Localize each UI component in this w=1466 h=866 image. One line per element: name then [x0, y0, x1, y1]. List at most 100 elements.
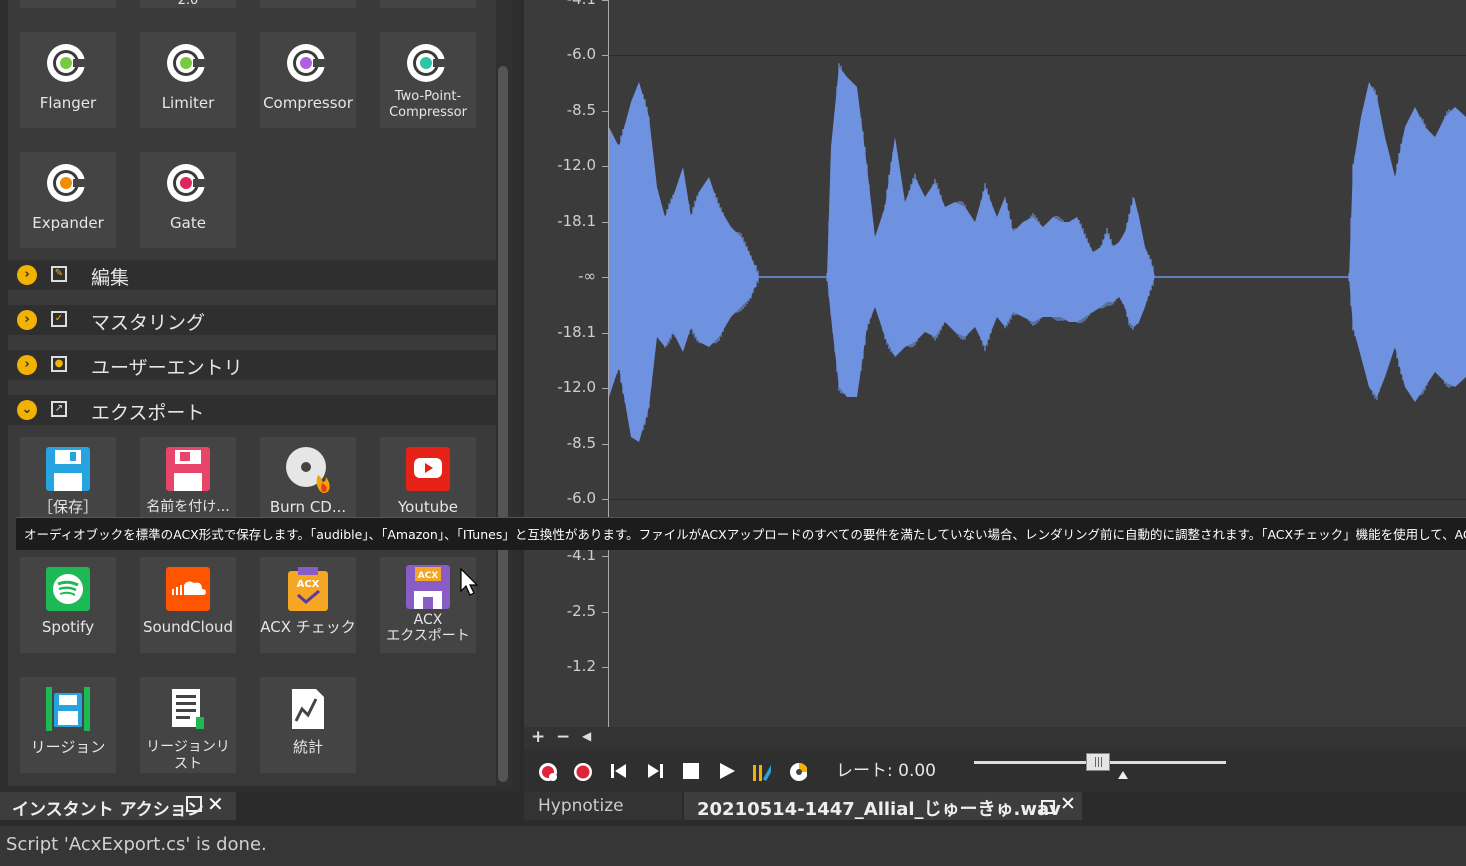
- tile-label: Gate: [170, 214, 206, 232]
- spotify-icon: [46, 567, 90, 611]
- db-tick-label: -1.2: [566, 657, 596, 675]
- tile-label: ［保存］: [37, 498, 98, 516]
- mouse-cursor-icon: [460, 568, 479, 596]
- db-tick-mark: [602, 333, 608, 334]
- float-window-icon[interactable]: [186, 796, 202, 812]
- scrollbar-thumb[interactable]: [498, 66, 508, 782]
- region-list-tile[interactable]: リージョンリスト: [140, 677, 236, 773]
- rate-slider-thumb[interactable]: [1086, 753, 1110, 771]
- loop-icon[interactable]: [787, 761, 807, 781]
- zoom-out-icon[interactable]: −: [556, 727, 570, 747]
- compressor-tile[interactable]: Compressor: [260, 32, 356, 128]
- section-mastering[interactable]: › ✓ マスタリング: [8, 305, 496, 335]
- flanger-tile[interactable]: Flanger: [20, 32, 116, 128]
- left-tab-strip: インスタント アクション ✕: [0, 792, 520, 820]
- edit-icon: ✎: [51, 266, 67, 282]
- play-icon[interactable]: [717, 761, 737, 781]
- section-user-entry[interactable]: › ● ユーザーエントリ: [8, 350, 496, 380]
- region-icon: [46, 687, 90, 731]
- db-tick-label: -6.0: [566, 45, 596, 63]
- two-point-compressor-tile[interactable]: Two-Point- Compressor: [380, 32, 476, 128]
- db-tick-label: -12.0: [557, 156, 596, 174]
- status-text: Script 'AcxExport.cs' is done.: [6, 834, 267, 855]
- compressor-knob-icon: [287, 44, 325, 82]
- section-label: 編集: [91, 267, 130, 289]
- gate-knob-icon: [167, 164, 205, 202]
- db-tick-mark: [602, 222, 608, 223]
- horizontal-scroll-bar[interactable]: + − ◀: [524, 727, 1466, 749]
- db-tick-label: -8.5: [566, 434, 596, 452]
- svg-text:ACX: ACX: [297, 579, 320, 590]
- tile-label: 名前を付け...: [146, 499, 230, 515]
- db-tick-label: -8.5: [566, 101, 596, 119]
- record-icon[interactable]: [572, 761, 592, 781]
- section-label: ユーザーエントリ: [91, 357, 243, 379]
- partial-tile-label: 2.0: [177, 0, 199, 8]
- waveform[interactable]: [609, 0, 1466, 727]
- tile-label: Burn CD...: [269, 498, 347, 516]
- panel-scrollbar[interactable]: [496, 0, 512, 786]
- tooltip: オーディオブックを標準のACX形式で保存します。「audible」、「Amazo…: [16, 517, 1466, 550]
- region-list-icon: [172, 689, 204, 729]
- tile-label: Compressor: [263, 94, 353, 112]
- save-as-icon: [166, 447, 210, 491]
- chevron-right-icon[interactable]: ›: [17, 355, 37, 375]
- partial-tile[interactable]: [20, 0, 116, 8]
- statistics-tile[interactable]: 統計: [260, 677, 356, 773]
- go-to-start-icon[interactable]: [609, 761, 629, 781]
- region-tile[interactable]: リージョン: [20, 677, 116, 773]
- play-selection-icon[interactable]: [751, 761, 771, 781]
- spotify-tile[interactable]: Spotify: [20, 557, 116, 653]
- db-tick-mark: [602, 111, 608, 112]
- chevron-down-icon[interactable]: ⌄: [17, 400, 37, 420]
- float-window-icon[interactable]: [1041, 800, 1055, 814]
- go-to-end-icon[interactable]: [645, 761, 665, 781]
- gate-tile[interactable]: Gate: [140, 152, 236, 248]
- close-icon[interactable]: ✕: [207, 792, 224, 816]
- tile-label: Youtube: [398, 498, 458, 516]
- section-export[interactable]: ⌄ ↗ エクスポート: [8, 395, 496, 425]
- rate-default-marker-icon: [1118, 771, 1128, 779]
- db-tick-mark: [602, 166, 608, 167]
- chevron-right-icon[interactable]: ›: [17, 310, 37, 330]
- partial-tile[interactable]: [380, 0, 476, 8]
- tab-active-file[interactable]: 20210514-1447_Allial_じゅーきゅ.wav ✕: [684, 792, 1082, 820]
- actions-list: 2.0 Flanger Limiter Compressor Two-Point…: [8, 0, 496, 786]
- partial-tile[interactable]: 2.0: [140, 0, 236, 8]
- stop-icon[interactable]: [681, 761, 701, 781]
- chevron-right-icon[interactable]: ›: [17, 265, 37, 285]
- flanger-knob-icon: [47, 44, 85, 82]
- zoom-in-icon[interactable]: +: [531, 727, 545, 747]
- tile-label: SoundCloud: [142, 618, 234, 636]
- db-tick-mark: [602, 444, 608, 445]
- burn-cd-icon: [286, 447, 330, 493]
- db-tick-mark: [602, 499, 608, 500]
- db-tick-label: -18.1: [557, 323, 596, 341]
- soundcloud-tile[interactable]: SoundCloud: [140, 557, 236, 653]
- export-icon: ↗: [51, 401, 67, 417]
- tile-label: リージョンリスト: [146, 739, 230, 772]
- db-tick-mark: [602, 0, 608, 1]
- partial-tile[interactable]: [260, 0, 356, 8]
- section-edit[interactable]: › ✎ 編集: [8, 260, 496, 290]
- acx-export-icon: ACX: [406, 565, 450, 609]
- section-label: マスタリング: [91, 312, 206, 334]
- tile-label: Flanger: [39, 94, 97, 112]
- acx-check-tile[interactable]: ACX ACX チェック: [260, 557, 356, 653]
- acx-check-icon: ACX: [288, 567, 328, 611]
- svg-text:ACX: ACX: [418, 571, 439, 581]
- db-tick-label: -12.0: [557, 378, 596, 396]
- expander-knob-icon: [47, 164, 85, 202]
- tile-label: Compressor: [389, 105, 467, 120]
- waveform-view[interactable]: -4.1-6.0-8.5-12.0-18.1-∞-18.1-12.0-8.5-6…: [524, 0, 1466, 727]
- close-icon[interactable]: ✕: [1060, 793, 1076, 815]
- record-arm-icon[interactable]: [537, 761, 557, 781]
- section-label: エクスポート: [91, 402, 205, 424]
- expander-tile[interactable]: Expander: [20, 152, 116, 248]
- scroll-left-icon[interactable]: ◀: [582, 729, 591, 743]
- tab-label: Hypnotize: [538, 796, 624, 816]
- youtube-icon: [406, 447, 450, 491]
- limiter-tile[interactable]: Limiter: [140, 32, 236, 128]
- tab-hypnotize[interactable]: Hypnotize: [524, 792, 682, 820]
- tab-label: インスタント アクション: [12, 800, 204, 820]
